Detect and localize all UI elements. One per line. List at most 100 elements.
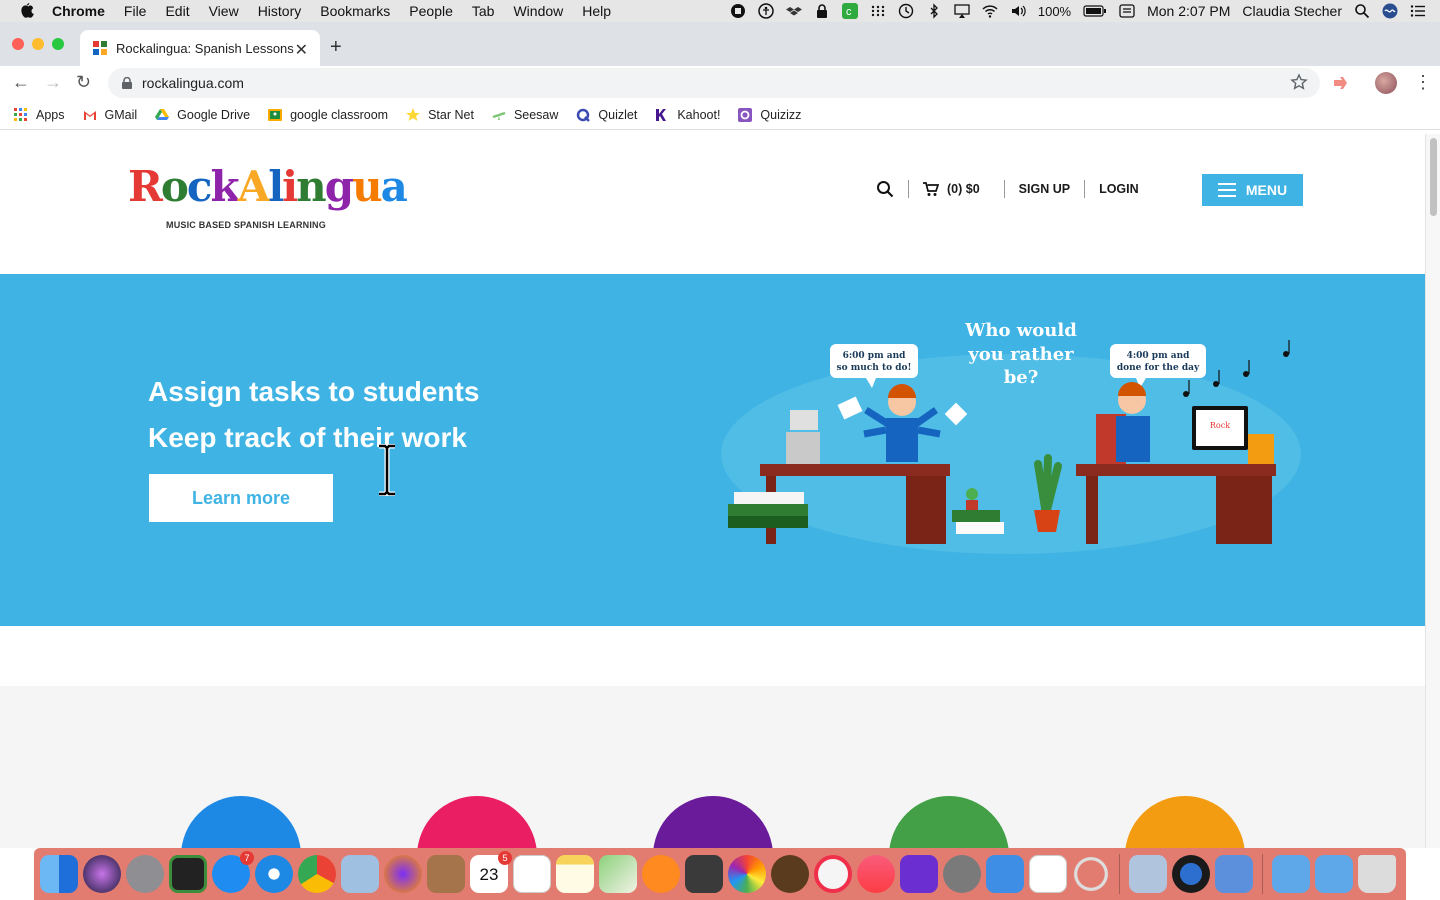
calendar-icon[interactable]: 23 5: [470, 851, 512, 893]
siri-icon[interactable]: [1382, 3, 1398, 19]
cart-summary[interactable]: (0) $0: [947, 182, 980, 196]
menu-window[interactable]: Window: [513, 3, 563, 19]
menu-view[interactable]: View: [209, 3, 239, 19]
feature-circle-2[interactable]: [417, 796, 537, 848]
bookmark-google-classroom[interactable]: google classroom: [268, 108, 388, 122]
bookmark-seesaw[interactable]: Seesaw: [492, 108, 558, 122]
lock-icon[interactable]: [814, 3, 830, 19]
contacts-icon[interactable]: [427, 855, 465, 893]
textedit-icon[interactable]: [1029, 855, 1067, 893]
signup-link[interactable]: SIGN UP: [1019, 182, 1070, 196]
back-arrow-icon[interactable]: ←: [12, 72, 30, 93]
menu-people[interactable]: People: [409, 3, 453, 19]
loading-spinner-icon[interactable]: [1072, 855, 1110, 893]
bookmark-star-icon[interactable]: [1290, 73, 1308, 91]
chrome-icon[interactable]: [298, 855, 336, 893]
scrollbar-thumb[interactable]: [1430, 138, 1437, 216]
grid-dots-icon[interactable]: [870, 3, 886, 19]
page-scrollbar[interactable]: [1425, 134, 1440, 848]
reload-icon[interactable]: ↻: [76, 72, 91, 93]
notification-center-icon[interactable]: [1410, 3, 1426, 19]
green-app-icon[interactable]: c: [841, 3, 858, 19]
window-close-button[interactable]: [12, 38, 24, 50]
quicktime-icon[interactable]: [1172, 855, 1210, 893]
menu-history[interactable]: History: [258, 3, 302, 19]
learn-more-button[interactable]: Learn more: [149, 474, 333, 522]
chrome-menu-icon[interactable]: ⋮: [1414, 72, 1432, 93]
system-preferences-icon[interactable]: [943, 855, 981, 893]
tab-close-icon[interactable]: ✕: [295, 40, 308, 60]
logo-letter: A: [237, 162, 271, 211]
finder-icon[interactable]: [40, 855, 78, 893]
menu-tab[interactable]: Tab: [472, 3, 495, 19]
profile-avatar[interactable]: [1375, 72, 1397, 94]
applications-folder-icon[interactable]: [1272, 855, 1310, 893]
books-icon[interactable]: [642, 855, 680, 893]
search-icon[interactable]: [876, 180, 894, 198]
browser-tab-active[interactable]: Rockalingua: Spanish Lessons ✕: [80, 30, 320, 66]
keynote-icon[interactable]: [986, 855, 1024, 893]
menubar-user[interactable]: Claudia Stecher: [1242, 3, 1342, 19]
login-link[interactable]: LOGIN: [1099, 182, 1139, 196]
notes-icon[interactable]: [556, 855, 594, 893]
trash-icon[interactable]: [1358, 855, 1396, 893]
garageband-icon[interactable]: [771, 855, 809, 893]
bookmark-kahoot[interactable]: Kahoot!: [655, 108, 720, 122]
feature-circle-3[interactable]: [653, 796, 773, 848]
new-tab-icon[interactable]: +: [330, 36, 342, 59]
downloads-folder-icon[interactable]: [1315, 855, 1353, 893]
menu-bookmarks[interactable]: Bookmarks: [320, 3, 390, 19]
spotlight-icon[interactable]: [1354, 3, 1370, 19]
feature-circle-5[interactable]: [1125, 796, 1245, 848]
window-minimize-button[interactable]: [32, 38, 44, 50]
wifi-icon[interactable]: [982, 3, 998, 19]
feature-circle-4[interactable]: [889, 796, 1009, 848]
bookmark-quizlet[interactable]: Quizlet: [576, 108, 637, 122]
apple-icon[interactable]: [18, 2, 36, 20]
address-bar[interactable]: rockalingua.com: [108, 68, 1320, 98]
bookmark-quizizz[interactable]: Quizizz: [738, 107, 801, 122]
activity-monitor-icon[interactable]: [169, 855, 207, 893]
macos-dock: 7 23 5: [34, 848, 1406, 900]
firefox-icon[interactable]: [384, 855, 422, 893]
dropbox-icon[interactable]: [785, 3, 802, 19]
menu-app-name[interactable]: Chrome: [52, 3, 105, 19]
time-machine-icon[interactable]: [898, 3, 914, 19]
menu-edit[interactable]: Edit: [165, 3, 189, 19]
launchpad-icon[interactable]: [126, 855, 164, 893]
menu-help[interactable]: Help: [582, 3, 611, 19]
rockalingua-logo[interactable]: RockAlingua MUSIC BASED SPANISH LEARNING: [128, 162, 408, 232]
bookmark-google-drive[interactable]: Google Drive: [155, 108, 250, 122]
safari-icon[interactable]: [255, 855, 293, 893]
forward-arrow-icon[interactable]: →: [44, 72, 62, 93]
extension-icon[interactable]: [1332, 74, 1350, 92]
accessibility-icon[interactable]: [758, 3, 774, 19]
imovie-icon[interactable]: [900, 855, 938, 893]
maps-icon[interactable]: [599, 855, 637, 893]
menu-button[interactable]: MENU: [1202, 174, 1303, 206]
bookmark-gmail[interactable]: GMail: [83, 108, 137, 122]
menubar-clock[interactable]: Mon 2:07 PM: [1147, 3, 1230, 19]
image-capture-icon[interactable]: [1129, 855, 1167, 893]
siri-app-icon[interactable]: [83, 855, 121, 893]
bluetooth-icon[interactable]: [926, 3, 942, 19]
feature-circle-1[interactable]: [181, 796, 301, 848]
volume-icon[interactable]: [1010, 3, 1026, 19]
battery-icon[interactable]: [1083, 3, 1107, 19]
news-icon[interactable]: [814, 855, 852, 893]
bookmark-apps[interactable]: Apps: [14, 107, 65, 122]
bookmark-star-net[interactable]: Star Net: [406, 107, 474, 122]
photos-icon[interactable]: [728, 855, 766, 893]
record-icon[interactable]: [730, 3, 746, 19]
preview-icon[interactable]: [341, 855, 379, 893]
keynote-document-icon[interactable]: [1215, 855, 1253, 893]
menu-file[interactable]: File: [124, 3, 147, 19]
app-store-icon[interactable]: 7: [212, 851, 254, 893]
window-zoom-button[interactable]: [52, 38, 64, 50]
keyboard-input-icon[interactable]: [1119, 3, 1135, 19]
reminders-icon[interactable]: [513, 855, 551, 893]
cart-icon[interactable]: [923, 181, 939, 197]
airplay-icon[interactable]: [954, 3, 970, 19]
photo-booth-icon[interactable]: [685, 855, 723, 893]
music-icon[interactable]: [857, 855, 895, 893]
